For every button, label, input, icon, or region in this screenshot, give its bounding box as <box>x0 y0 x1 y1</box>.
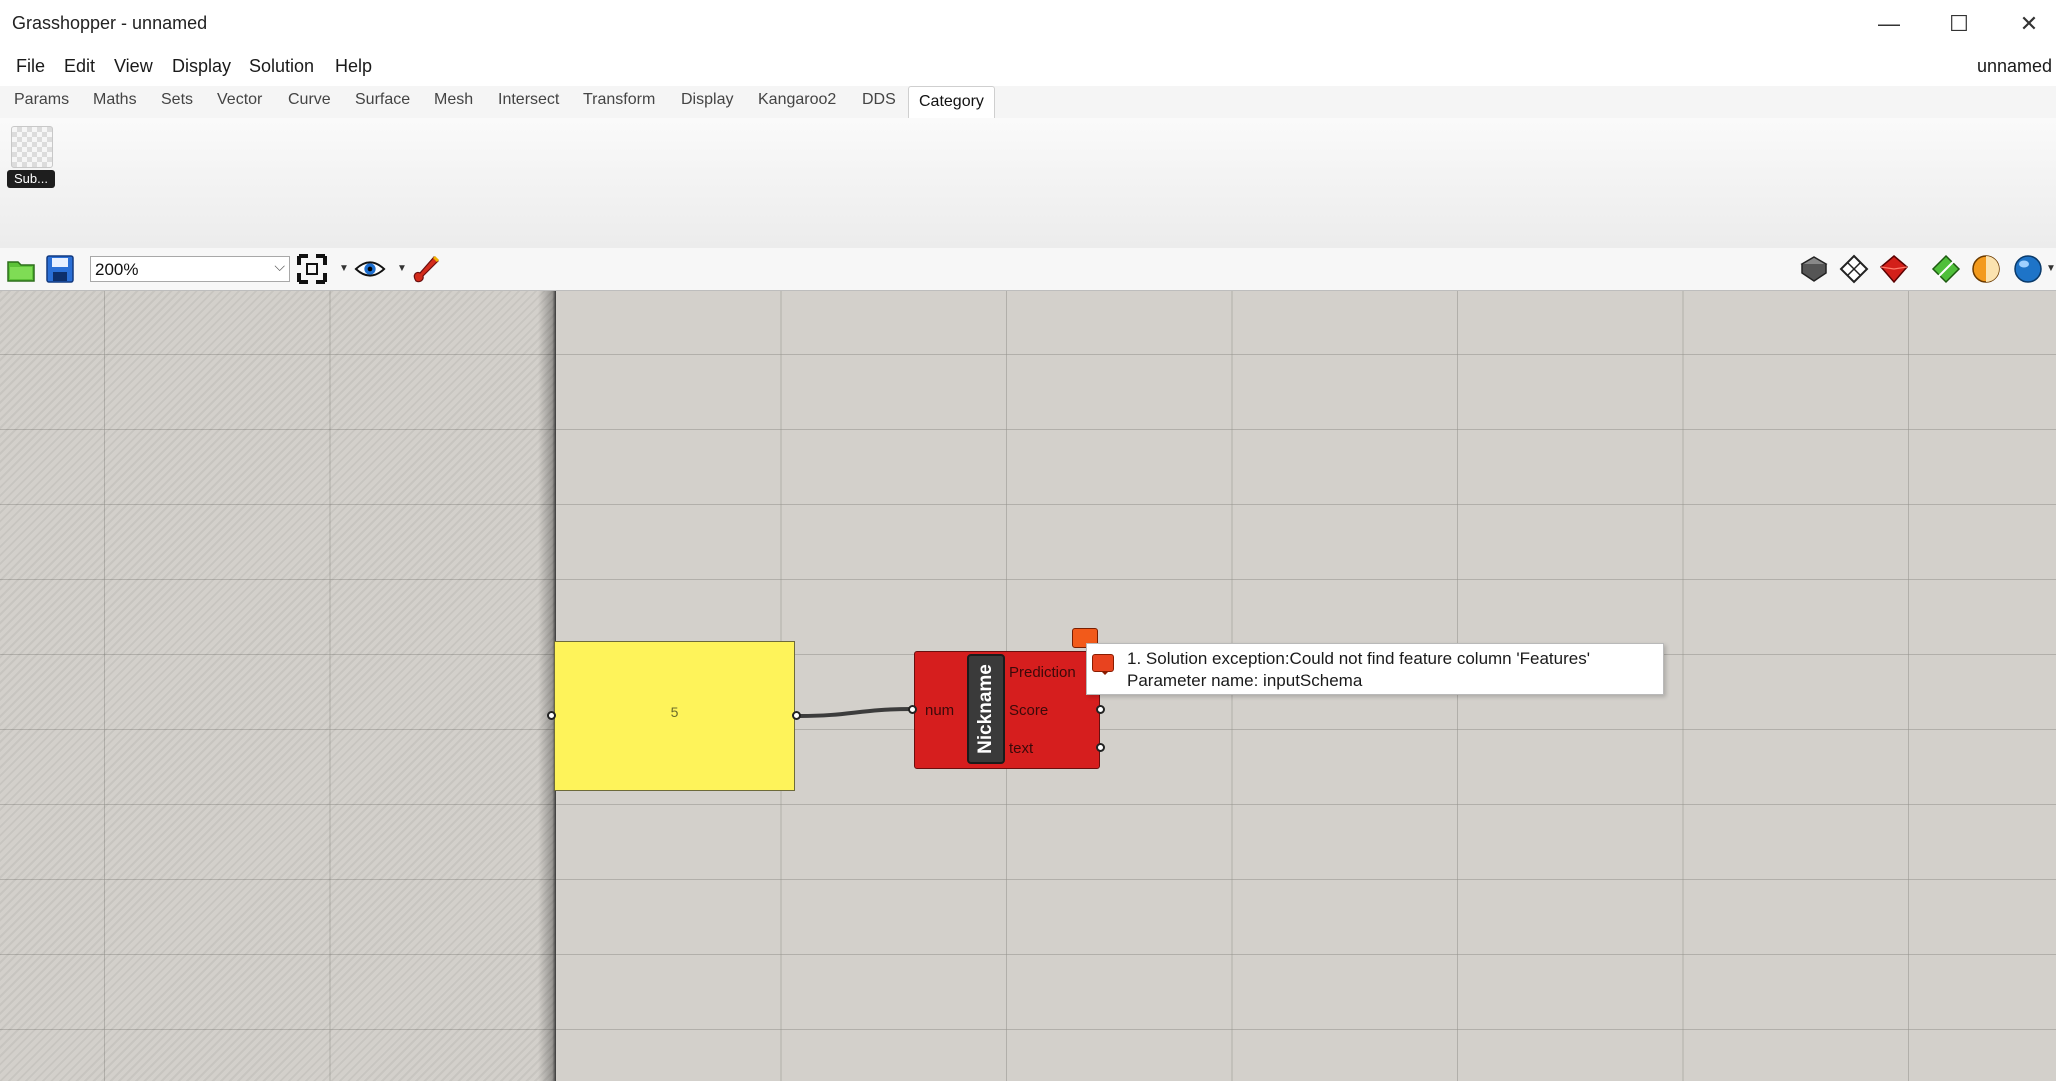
output-param-score[interactable]: Score <box>1009 702 1048 719</box>
shading-sphere-icon[interactable] <box>1970 253 2002 285</box>
grasshopper-canvas[interactable]: 5 num Nickname Prediction Score text 1. … <box>0 291 2056 1081</box>
input-param-num[interactable]: num <box>925 702 954 719</box>
tab-dds[interactable]: DDS <box>862 91 896 109</box>
menu-edit[interactable]: Edit <box>64 56 95 77</box>
preview-shaded-icon[interactable] <box>1878 253 1910 285</box>
preview-eye-icon[interactable] <box>354 253 386 285</box>
component-output-grip-score[interactable] <box>1096 705 1105 714</box>
close-button[interactable]: ✕ <box>1994 0 2056 48</box>
sphere-dropdown-icon[interactable]: ▼ <box>2046 263 2056 274</box>
panel-value: 5 <box>670 704 679 720</box>
component-tab-bar: Params Maths Sets Vector Curve Surface M… <box>0 86 2056 119</box>
tab-display[interactable]: Display <box>681 91 733 109</box>
tooltip-error-message: 1. Solution exception:Could not find fea… <box>1127 649 1590 668</box>
output-param-prediction[interactable]: Prediction <box>1009 664 1076 681</box>
menu-bar: File Edit View Display Solution Help unn… <box>0 48 2056 86</box>
tab-params[interactable]: Params <box>14 91 69 109</box>
tab-curve[interactable]: Curve <box>288 91 331 109</box>
checker-icon <box>11 126 53 168</box>
tab-category[interactable]: Category <box>908 86 995 118</box>
zoom-extents-dropdown-icon[interactable]: ▼ <box>339 263 349 274</box>
tab-surface[interactable]: Surface <box>355 91 410 109</box>
minimize-button[interactable]: — <box>1854 0 1924 48</box>
document-name: unnamed <box>1976 56 2052 76</box>
maximize-button[interactable]: ☐ <box>1924 0 1994 48</box>
panel-input-grip[interactable] <box>547 711 556 720</box>
open-file-icon[interactable] <box>5 253 37 285</box>
menu-file[interactable]: File <box>16 56 45 77</box>
window-title: Grasshopper - unnamed <box>12 13 208 33</box>
title-bar: Grasshopper - unnamed — ☐ ✕ <box>0 0 2056 49</box>
tab-vector[interactable]: Vector <box>217 91 262 109</box>
component-output-grip-text[interactable] <box>1096 743 1105 752</box>
tab-sets[interactable]: Sets <box>161 91 193 109</box>
menu-help[interactable]: Help <box>335 56 372 77</box>
component-input-grip-num[interactable] <box>908 705 917 714</box>
panel-output-grip[interactable] <box>792 711 801 720</box>
zoom-extents-icon[interactable] <box>296 253 328 285</box>
error-component[interactable]: num Nickname Prediction Score text <box>914 651 1100 769</box>
menu-display[interactable]: Display <box>172 56 231 77</box>
error-balloon-icon <box>1092 654 1114 675</box>
tab-maths[interactable]: Maths <box>93 91 137 109</box>
ribbon-component-label: Sub... <box>7 170 55 188</box>
tab-mesh[interactable]: Mesh <box>434 91 473 109</box>
menu-solution[interactable]: Solution <box>249 56 314 77</box>
sphere-blue-icon[interactable] <box>2012 253 2044 285</box>
canvas-toolbar: 200% ⌵ ▼ ▼ ▼ <box>0 248 2056 291</box>
tab-transform[interactable]: Transform <box>583 91 655 109</box>
preview-off-icon[interactable] <box>1798 253 1830 285</box>
zoom-value: 200% <box>95 260 139 279</box>
tab-intersect[interactable]: Intersect <box>498 91 559 109</box>
zoom-select[interactable]: 200% ⌵ <box>90 256 290 282</box>
preview-wireframe-icon[interactable] <box>1838 253 1870 285</box>
sketch-brush-icon[interactable] <box>410 253 442 285</box>
panel-component[interactable]: 5 <box>554 641 795 791</box>
component-nickname-box: Nickname <box>967 654 1005 764</box>
ribbon-component-sub[interactable]: Sub... <box>7 126 55 188</box>
save-file-icon[interactable] <box>44 253 76 285</box>
component-nickname: Nickname <box>975 664 996 754</box>
tooltip-parameter-name: Parameter name: inputSchema <box>1127 671 1363 690</box>
tab-kangaroo2[interactable]: Kangaroo2 <box>758 91 836 109</box>
component-ribbon: Sub... <box>0 118 2056 249</box>
menu-view[interactable]: View <box>114 56 153 77</box>
output-param-text[interactable]: text <box>1009 740 1033 757</box>
preview-dropdown-icon[interactable]: ▼ <box>397 263 407 274</box>
error-tooltip: 1. Solution exception:Could not find fea… <box>1086 643 1664 695</box>
chevron-down-icon: ⌵ <box>274 258 285 274</box>
preview-selected-icon[interactable] <box>1930 253 1962 285</box>
